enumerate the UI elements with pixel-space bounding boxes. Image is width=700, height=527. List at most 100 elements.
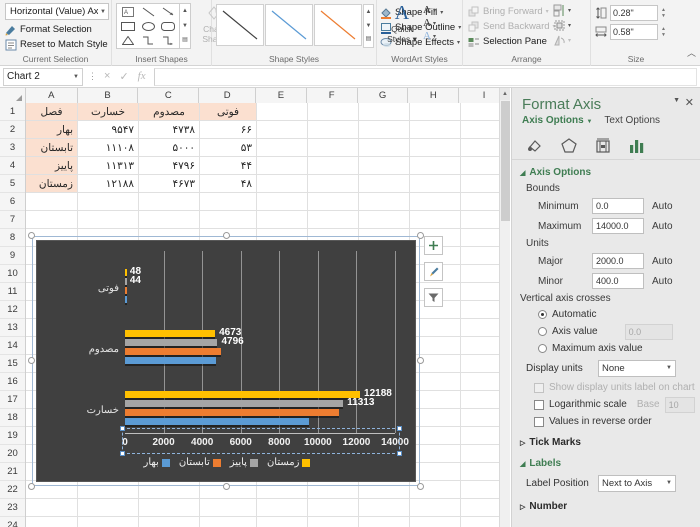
bar-بهار-مصدوم[interactable] bbox=[125, 356, 217, 366]
cell-F1[interactable] bbox=[308, 103, 359, 121]
group-button[interactable]: ▾ bbox=[553, 19, 571, 32]
cell-D2[interactable]: ۶۶ bbox=[200, 121, 257, 139]
reset-to-match-style-button[interactable]: Reset to Match Style bbox=[4, 37, 108, 52]
quick-styles-button[interactable]: A Quick Styles ▾ bbox=[381, 2, 423, 45]
cell-B1[interactable]: خسارت bbox=[78, 103, 139, 121]
cell-C5[interactable]: ۴۶۷۳ bbox=[139, 175, 200, 193]
cell-B5[interactable]: ۱۲۱۸۸ bbox=[78, 175, 139, 193]
cell-E1[interactable] bbox=[257, 103, 308, 121]
cell-F6[interactable] bbox=[308, 193, 359, 211]
cell-E5[interactable] bbox=[257, 175, 308, 193]
row-header-22[interactable]: 22 bbox=[0, 481, 25, 499]
column-header-C[interactable]: C bbox=[138, 88, 200, 103]
cell-D7[interactable] bbox=[200, 211, 257, 229]
cell-G23[interactable] bbox=[359, 499, 410, 517]
shape-width-control[interactable]: 0.58" ▲ ▼ bbox=[595, 24, 669, 40]
axis-value-input[interactable]: 0.0 bbox=[624, 323, 673, 340]
bar-بهار-خسارت[interactable] bbox=[125, 417, 310, 427]
row-header-23[interactable]: 23 bbox=[0, 499, 25, 517]
shape-height-input[interactable]: 0.28" bbox=[610, 5, 658, 21]
row-header-21[interactable]: 21 bbox=[0, 463, 25, 481]
text-effects-button[interactable]: A ▾ bbox=[423, 30, 436, 42]
row-header-2[interactable]: 2 bbox=[0, 121, 25, 139]
cell-F5[interactable] bbox=[308, 175, 359, 193]
shape-styles-scroll-down-button[interactable]: ▼ bbox=[364, 20, 373, 33]
cell-D6[interactable] bbox=[200, 193, 257, 211]
bar-پاییز-مصدوم[interactable] bbox=[125, 338, 218, 348]
cell-D23[interactable] bbox=[200, 499, 257, 517]
cell-A1[interactable]: فصل bbox=[26, 103, 78, 121]
display-units-dropdown[interactable]: None ▼ bbox=[598, 359, 676, 377]
cell-D3[interactable]: ۵۳ bbox=[200, 139, 257, 157]
cell-E3[interactable] bbox=[257, 139, 308, 157]
size-properties-icon[interactable] bbox=[594, 137, 612, 155]
effects-pentagon-icon[interactable] bbox=[560, 137, 578, 155]
bar-زمستان-فوتی[interactable] bbox=[125, 269, 127, 279]
resize-handle-n[interactable] bbox=[223, 232, 230, 239]
cell-E7[interactable] bbox=[257, 211, 308, 229]
scrollbar-thumb[interactable] bbox=[501, 101, 510, 221]
cell-C7[interactable] bbox=[139, 211, 200, 229]
bar-تابستان-خسارت[interactable] bbox=[125, 408, 340, 418]
cell-A5[interactable]: زمستان bbox=[26, 175, 78, 193]
column-header-E[interactable]: E bbox=[256, 88, 307, 103]
resize-handle-s[interactable] bbox=[223, 483, 230, 490]
section-tick-marks[interactable]: ▷ Tick Marks bbox=[512, 430, 700, 451]
cell-G7[interactable] bbox=[359, 211, 410, 229]
format-selection-button[interactable]: Format Selection bbox=[4, 22, 92, 37]
chart-element-selector[interactable]: Horizontal (Value) Axis ▼ bbox=[5, 3, 109, 20]
row-header-13[interactable]: 13 bbox=[0, 319, 25, 337]
shape-elbow-connector-icon[interactable] bbox=[138, 33, 158, 47]
cell-C24[interactable] bbox=[139, 517, 200, 527]
formula-bar-grip[interactable]: ⋮ bbox=[83, 71, 102, 82]
cell-F24[interactable] bbox=[308, 517, 359, 527]
cell-H2[interactable] bbox=[410, 121, 461, 139]
chart-object[interactable]: فوتی مصدوم خسارت 48 44 4673 4796 12188 11313 0 20… bbox=[28, 232, 424, 490]
cell-H7[interactable] bbox=[410, 211, 461, 229]
maximum-auto-button[interactable]: Auto bbox=[644, 221, 673, 232]
cell-D24[interactable] bbox=[200, 517, 257, 527]
shape-width-spinner[interactable]: ▲ ▼ bbox=[661, 26, 669, 38]
cell-A24[interactable] bbox=[26, 517, 78, 527]
row-header-17[interactable]: 17 bbox=[0, 391, 25, 409]
maximum-input[interactable]: 14000.0 bbox=[592, 218, 644, 234]
values-in-reverse-order-row[interactable]: Values in reverse order bbox=[512, 413, 700, 430]
cell-A4[interactable]: پاییز bbox=[26, 157, 78, 175]
text-fill-button[interactable]: A ▾ bbox=[423, 4, 436, 16]
insert-function-button[interactable]: fx bbox=[138, 70, 146, 83]
axis-options-chart-icon[interactable] bbox=[628, 137, 646, 155]
resize-handle-w[interactable] bbox=[28, 357, 35, 364]
send-backward-button[interactable]: Send Backward ▾ bbox=[467, 19, 556, 34]
cell-H23[interactable] bbox=[410, 499, 461, 517]
shape-height-spinner[interactable]: ▲ ▼ bbox=[661, 7, 669, 19]
cell-B4[interactable]: ۱۱۳۱۳ bbox=[78, 157, 139, 175]
minimum-auto-button[interactable]: Auto bbox=[644, 201, 673, 212]
row-header-15[interactable]: 15 bbox=[0, 355, 25, 373]
cell-E23[interactable] bbox=[257, 499, 308, 517]
cell-B24[interactable] bbox=[78, 517, 139, 527]
row-header-8[interactable]: 8 bbox=[0, 229, 25, 247]
shape-oval-icon[interactable] bbox=[138, 19, 158, 33]
cell-A3[interactable]: تابستان bbox=[26, 139, 78, 157]
logarithmic-scale-row[interactable]: Logarithmic scale Base 10 bbox=[512, 396, 700, 413]
minimum-input[interactable]: 0.0 bbox=[592, 198, 644, 214]
shape-textbox-icon[interactable]: A bbox=[118, 5, 138, 19]
legend-item-پاییز[interactable]: پاییز bbox=[230, 457, 258, 468]
values-in-reverse-order-checkbox[interactable] bbox=[534, 416, 544, 427]
collapse-ribbon-button[interactable]: ︿ bbox=[687, 46, 696, 59]
shape-arrow-icon[interactable] bbox=[158, 5, 178, 19]
cell-G6[interactable] bbox=[359, 193, 410, 211]
cell-B7[interactable] bbox=[78, 211, 139, 229]
chart-styles-button[interactable] bbox=[424, 262, 443, 281]
row-header-20[interactable]: 20 bbox=[0, 445, 25, 463]
section-number[interactable]: ▷ Number bbox=[512, 494, 700, 515]
label-position-dropdown[interactable]: Next to Axis ▼ bbox=[598, 474, 676, 492]
cell-G24[interactable] bbox=[359, 517, 410, 527]
section-labels[interactable]: ◢ Labels bbox=[512, 451, 700, 472]
row-header-7[interactable]: 7 bbox=[0, 211, 25, 229]
resize-handle-e[interactable] bbox=[417, 357, 424, 364]
shapes-scroll-up-button[interactable]: ▲ bbox=[180, 5, 190, 18]
bar-تابستان-فوتی[interactable] bbox=[125, 287, 127, 297]
legend-item-تابستان[interactable]: تابستان bbox=[179, 457, 221, 468]
shape-styles-scroll-up-button[interactable]: ▲ bbox=[364, 6, 373, 19]
